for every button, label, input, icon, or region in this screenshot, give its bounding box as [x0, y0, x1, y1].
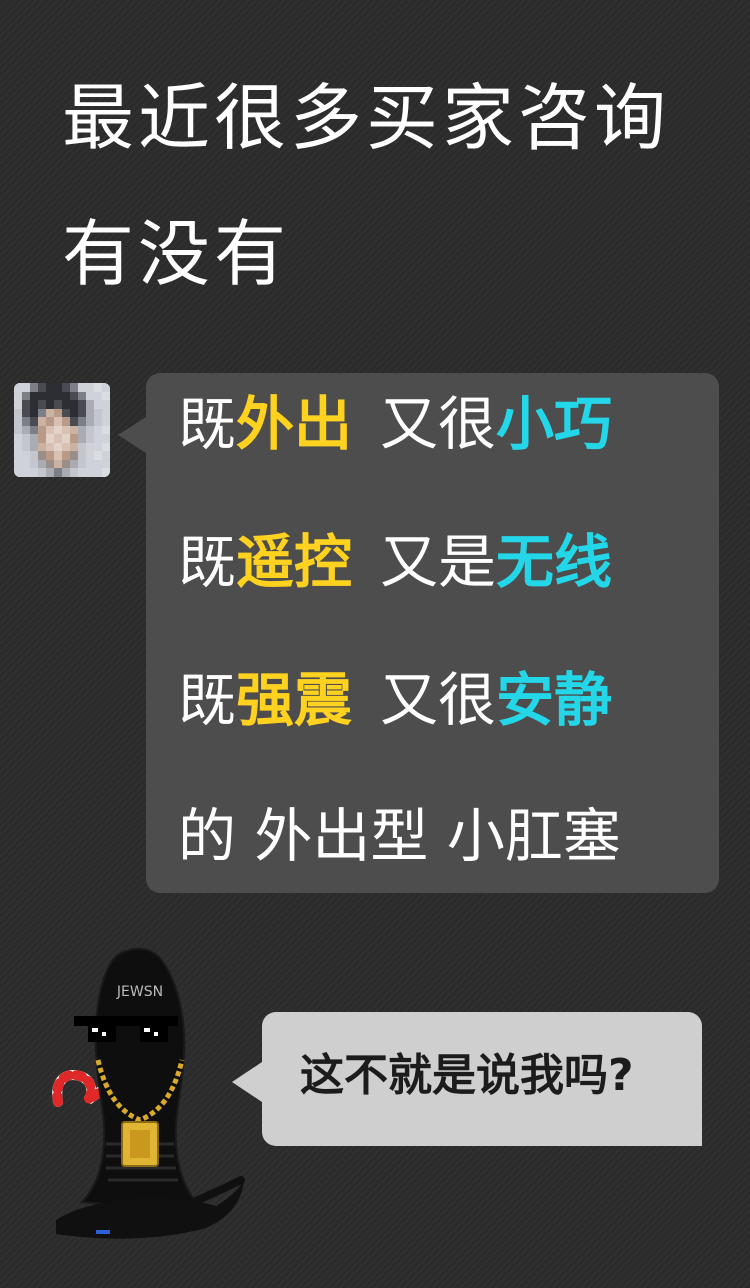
bubble-line-3-part-4: 安静	[496, 666, 613, 734]
bubble-line-3-part-2: 强震	[236, 666, 353, 734]
product-mascot-illustration: JEWSN	[52, 947, 245, 1239]
reply-text: 这不就是说我吗?	[300, 1050, 634, 1101]
bubble-line-1-part-2: 外出	[236, 390, 353, 458]
headline-line-2: 有没有	[62, 212, 291, 296]
avatar	[14, 383, 110, 477]
bubble-line-1-part-4: 小巧	[496, 390, 613, 458]
bubble-line-1-part-1: 既	[178, 390, 237, 458]
bubble-line-4-part-1: 的 外出型 小肛塞	[178, 802, 621, 870]
bubble-line-2-part-2: 遥控	[236, 528, 353, 596]
bubble-line-3-part-1: 既	[178, 666, 237, 734]
bubble-line-1: 既外出 又很小巧	[178, 389, 612, 459]
product-mascot-figure: JEWSN	[36, 944, 246, 1248]
headline-line-1: 最近很多买家咨询	[62, 76, 671, 160]
bubble-line-4: 的 外出型 小肛塞	[178, 801, 621, 871]
bubble-line-2-part-3: 又是	[380, 528, 497, 596]
bubble-line-1-part-3: 又很	[380, 390, 497, 458]
reply-chat-bubble: 这不就是说我吗?	[232, 1012, 702, 1146]
main-chat-bubble: 既外出 又很小巧 既遥控 又是无线 既强震 又很安静 的 外出型 小肛塞	[118, 373, 719, 893]
bubble-line-3: 既强震 又很安静	[178, 665, 612, 735]
bubble-line-2-part-1: 既	[178, 528, 237, 596]
brand-label: JEWSN	[116, 984, 163, 1000]
headline: 最近很多买家咨询 有没有	[62, 50, 722, 322]
bubble-line-3-part-3: 又很	[380, 666, 497, 734]
bubble-line-2: 既遥控 又是无线	[178, 527, 612, 597]
bubble-line-2-part-4: 无线	[496, 528, 613, 596]
